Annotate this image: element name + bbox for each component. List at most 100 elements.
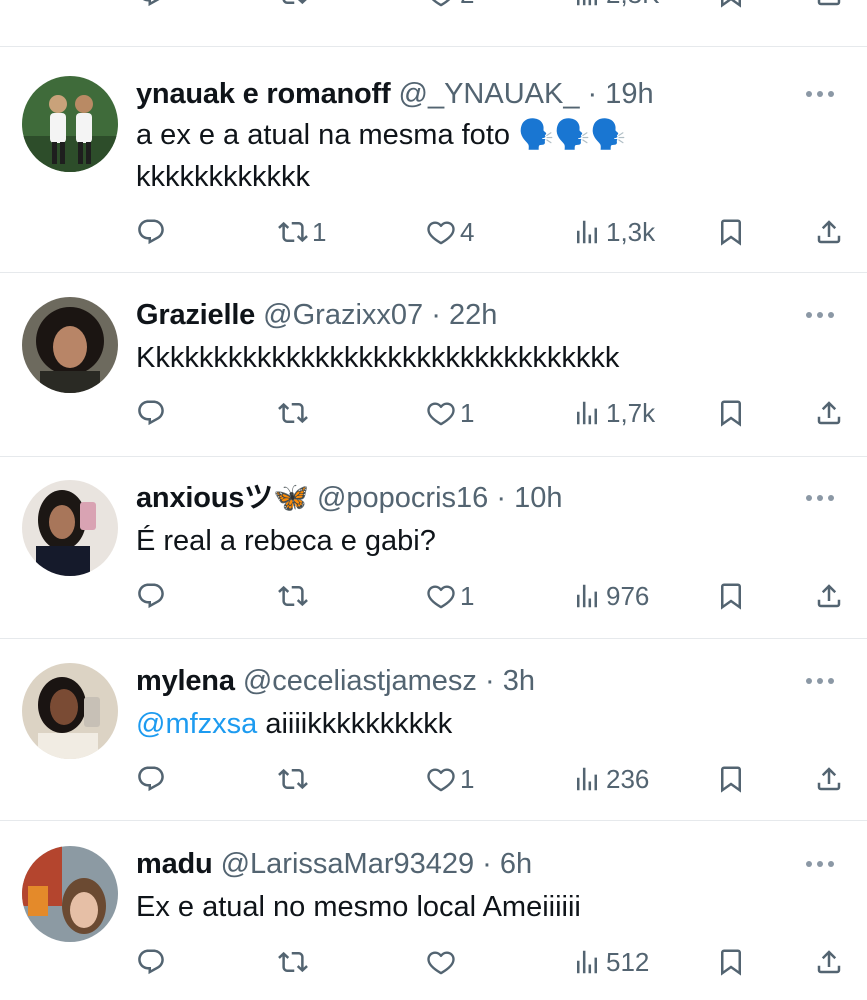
mention-link[interactable]: @mfzxsa: [136, 708, 257, 740]
tweet-text-line: a ex e a atual na mesma foto 🗣️🗣️🗣️: [136, 119, 627, 151]
tweet-actions: 1 4 1,3k: [0, 212, 867, 252]
avatar[interactable]: [22, 663, 118, 759]
tweet-text: a ex e a atual na mesma foto 🗣️🗣️🗣️ kkkk…: [136, 114, 626, 198]
display-name[interactable]: ynauak e romanoff: [136, 78, 391, 110]
avatar[interactable]: [22, 297, 118, 393]
divider: [0, 46, 867, 47]
reply-icon: [136, 764, 166, 794]
repost-icon: [278, 581, 308, 611]
bookmark-button[interactable]: [716, 393, 746, 433]
timestamp[interactable]: 22h: [449, 299, 497, 331]
share-icon: [814, 764, 844, 794]
separator-dot: ·: [423, 299, 449, 331]
bookmark-button[interactable]: [716, 759, 746, 799]
tweet-text: Kkkkkkkkkkkkkkkkkkkkkkkkkkkkkkkkk: [136, 337, 619, 379]
like-button[interactable]: 1: [426, 393, 474, 433]
user-handle[interactable]: @ceceliastjamesz: [243, 665, 477, 697]
reply-button[interactable]: [136, 393, 166, 433]
tweet-text: Ex e atual no mesmo local Ameiiiiii: [136, 886, 581, 928]
bookmark-button[interactable]: [716, 576, 746, 616]
reply-button[interactable]: [136, 212, 166, 252]
display-name[interactable]: madu: [136, 848, 213, 880]
view-count: 2,3K: [606, 0, 660, 10]
tweet-header: mylena @ceceliastjamesz · 3h: [136, 663, 535, 699]
like-count: 1: [460, 580, 475, 611]
like-count: 1: [460, 397, 475, 428]
heart-icon: [426, 217, 456, 247]
share-button[interactable]: [814, 759, 844, 799]
views-button[interactable]: 1,3k: [572, 212, 655, 252]
reply-icon: [136, 0, 166, 9]
reply-button[interactable]: [136, 759, 166, 799]
bookmark-button[interactable]: [716, 942, 746, 982]
tweet-text: É real a rebeca e gabi?: [136, 520, 436, 562]
bookmark-button[interactable]: [716, 212, 746, 252]
more-icon[interactable]: [806, 490, 846, 506]
bookmark-icon: [716, 947, 746, 977]
repost-button[interactable]: [278, 759, 312, 799]
repost-icon: [278, 0, 308, 9]
repost-button[interactable]: [278, 942, 312, 982]
views-button[interactable]: 2,3K: [572, 0, 660, 14]
views-button[interactable]: 512: [572, 942, 649, 982]
share-icon: [814, 581, 844, 611]
bookmark-icon: [716, 217, 746, 247]
avatar[interactable]: [22, 480, 118, 576]
bookmark-icon: [716, 0, 746, 9]
display-name[interactable]: anxiousツ🦋: [136, 482, 309, 514]
user-handle[interactable]: @Grazixx07: [263, 299, 423, 331]
timestamp[interactable]: 19h: [605, 78, 653, 110]
more-icon[interactable]: [806, 856, 846, 872]
bookmark-button[interactable]: [716, 0, 746, 14]
more-icon[interactable]: [806, 307, 846, 323]
display-name[interactable]: Grazielle: [136, 299, 255, 331]
repost-button[interactable]: 1: [278, 212, 326, 252]
views-icon: [572, 947, 602, 977]
repost-button[interactable]: [278, 0, 308, 14]
tweet-actions: 1 1,7k: [0, 393, 867, 433]
timestamp[interactable]: 6h: [500, 848, 532, 880]
heart-icon: [426, 947, 456, 977]
display-name[interactable]: mylena: [136, 665, 235, 697]
like-button[interactable]: 2: [426, 0, 474, 14]
views-icon: [572, 0, 602, 9]
repost-button[interactable]: [278, 576, 312, 616]
like-button[interactable]: 1: [426, 576, 474, 616]
tweet-text-line: Kkkkkkkkkkkkkkkkkkkkkkkkkkkkkkkkk: [136, 342, 620, 374]
views-icon: [572, 581, 602, 611]
bookmark-icon: [716, 398, 746, 428]
like-button[interactable]: [426, 942, 460, 982]
more-icon[interactable]: [806, 86, 846, 102]
avatar[interactable]: [22, 76, 118, 172]
repost-icon: [278, 947, 308, 977]
share-icon: [814, 947, 844, 977]
reply-icon: [136, 947, 166, 977]
share-button[interactable]: [814, 393, 844, 433]
like-button[interactable]: 4: [426, 212, 474, 252]
tweet-header: anxiousツ🦋 @popocris16 · 10h: [136, 480, 562, 516]
separator-dot: ·: [476, 665, 503, 697]
user-handle[interactable]: @LarissaMar93429: [221, 848, 475, 880]
reply-button[interactable]: [136, 942, 166, 982]
reply-button[interactable]: [136, 576, 166, 616]
like-button[interactable]: 1: [426, 759, 474, 799]
views-button[interactable]: 1,7k: [572, 393, 655, 433]
like-count: 1: [460, 763, 475, 794]
views-button[interactable]: 976: [572, 576, 649, 616]
view-count: 236: [606, 763, 650, 794]
user-handle[interactable]: @_YNAUAK_: [399, 78, 580, 110]
share-button[interactable]: [814, 0, 844, 14]
more-icon[interactable]: [806, 673, 846, 689]
share-button[interactable]: [814, 942, 844, 982]
share-button[interactable]: [814, 212, 844, 252]
share-button[interactable]: [814, 576, 844, 616]
separator-dot: ·: [474, 848, 500, 880]
repost-button[interactable]: [278, 393, 312, 433]
views-button[interactable]: 236: [572, 759, 649, 799]
user-handle[interactable]: @popocris16: [317, 482, 488, 514]
timestamp[interactable]: 3h: [503, 665, 535, 697]
reply-button[interactable]: [136, 0, 166, 14]
avatar[interactable]: [22, 846, 118, 942]
timestamp[interactable]: 10h: [514, 482, 562, 514]
divider: [0, 456, 867, 457]
